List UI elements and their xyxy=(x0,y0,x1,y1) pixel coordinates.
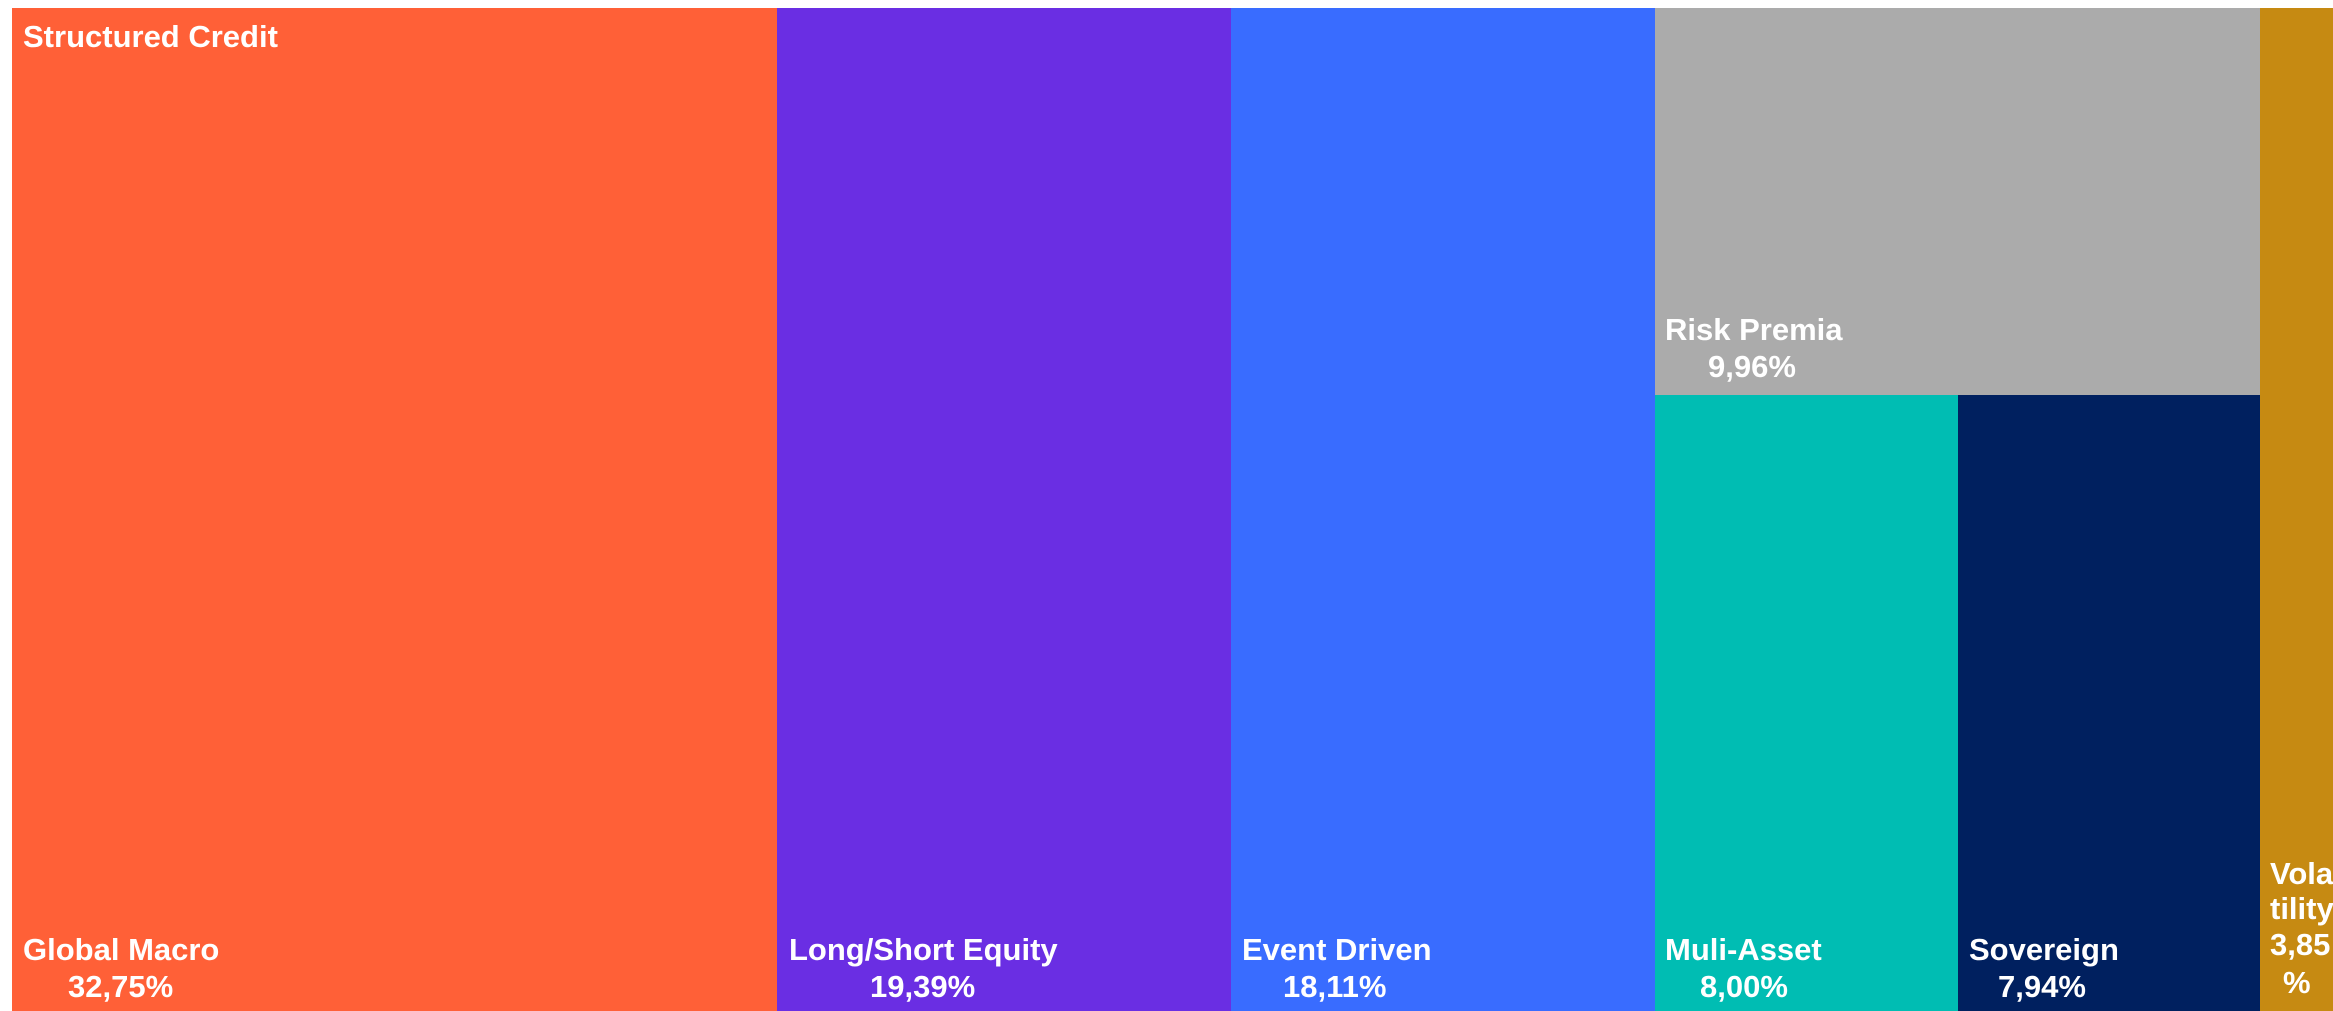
treemap-tile-long-short-equity xyxy=(777,8,1231,1011)
treemap-tile-event-driven xyxy=(1231,8,1655,1011)
tile-name-label: Vola xyxy=(2270,856,2333,891)
tile-name-label: tility xyxy=(2270,891,2333,926)
treemap-tile-global-macro xyxy=(12,8,777,1011)
tile-value-label: 19,39% xyxy=(870,969,975,1004)
tile-name-label: Long/Short Equity xyxy=(789,932,1058,967)
tile-value-label: 3,85 xyxy=(2270,927,2330,962)
treemap-tile-muli-asset xyxy=(1655,395,1958,1011)
tile-value-label: 18,11% xyxy=(1283,969,1386,1004)
tile-value-label: 32,75% xyxy=(68,969,173,1004)
treemap-chart: Global Macro32,75% Long/Short Equity19,39… xyxy=(12,8,2333,1011)
tile-name-label: Global Macro xyxy=(23,932,219,967)
treemap-tiles: Global Macro32,75% Long/Short Equity19,39… xyxy=(12,8,2333,1011)
chart-title: Structured Credit xyxy=(23,19,278,54)
tile-name-label: Risk Premia xyxy=(1665,312,1843,347)
treemap-tile-sovereign xyxy=(1958,395,2260,1011)
tile-value-label: 9,96% xyxy=(1708,349,1796,384)
tile-value-label: % xyxy=(2283,965,2311,1000)
tile-value-label: 8,00% xyxy=(1700,969,1788,1004)
tile-name-label: Muli-Asset xyxy=(1665,932,1822,967)
tile-value-label: 7,94% xyxy=(1998,969,2086,1004)
tile-name-label: Sovereign xyxy=(1969,932,2119,967)
tile-name-label: Event Driven xyxy=(1242,932,1432,967)
